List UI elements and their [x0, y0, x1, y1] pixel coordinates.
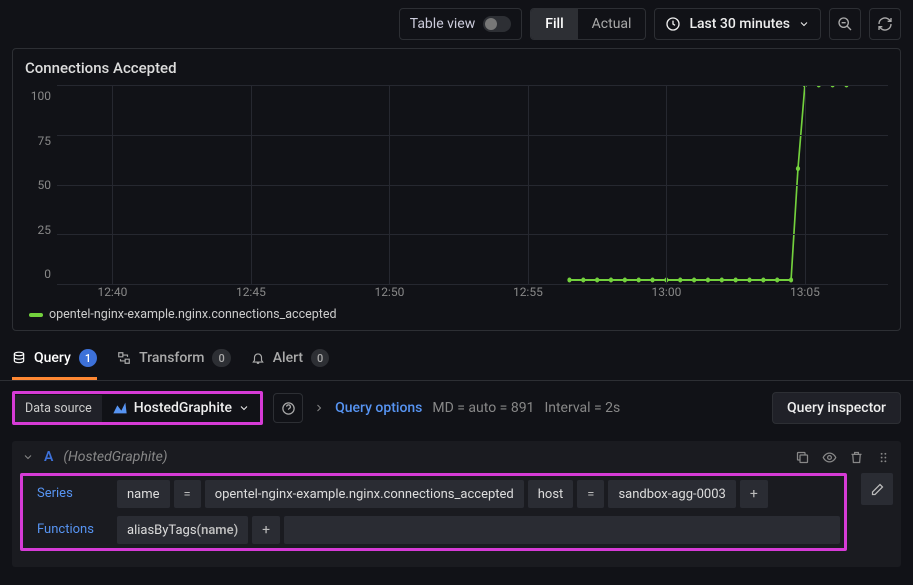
query-inspector-button[interactable]: Query inspector [772, 392, 901, 424]
zoom-out-button[interactable] [829, 8, 861, 40]
panel-title: Connections Accepted [25, 59, 888, 77]
graphite-icon [112, 400, 128, 416]
toggle-text-edit-button[interactable] [861, 473, 893, 505]
panel-toolbar: Table view Fill Actual Last 30 minutes [0, 0, 913, 48]
add-tag-button[interactable]: + [740, 480, 768, 508]
fill-actual-segment: Fill Actual [530, 8, 646, 40]
tag-name-key[interactable]: name [117, 480, 170, 508]
tab-query-count: 1 [79, 349, 97, 367]
zoom-out-icon [837, 16, 853, 32]
series-row: Series name = opentel-nginx-example.ngin… [23, 476, 844, 512]
tag-host-key[interactable]: host [528, 480, 574, 508]
table-view-toggle[interactable]: Table view [399, 8, 523, 40]
drag-handle-icon[interactable] [876, 450, 891, 465]
chevron-down-icon[interactable] [22, 451, 34, 463]
tab-alert-count: 0 [311, 349, 329, 367]
bell-icon [251, 351, 265, 365]
refresh-button[interactable] [869, 8, 901, 40]
y-axis: 1007550250 [25, 85, 57, 285]
question-icon [281, 401, 296, 416]
chart-legend[interactable]: opentel-nginx-example.nginx.connections_… [29, 307, 888, 322]
tab-alert-label: Alert [273, 350, 303, 366]
tab-alert[interactable]: Alert 0 [251, 339, 330, 380]
tag-host-value[interactable]: sandbox-agg-0003 [608, 480, 735, 508]
add-function-button[interactable]: + [252, 516, 280, 544]
datasource-picker-highlight: Data source HostedGraphite [12, 391, 263, 425]
tab-transform[interactable]: Transform 0 [117, 339, 231, 380]
function-name: aliasByTags [127, 523, 197, 538]
x-axis: 12:4012:4512:5012:5513:0013:05 [57, 285, 888, 301]
query-options[interactable]: Query options MD = auto = 891 Interval =… [313, 400, 620, 416]
tab-transform-count: 0 [212, 349, 230, 367]
query-header: A (HostedGraphite) [12, 441, 901, 473]
legend-swatch [29, 313, 43, 317]
query-actions [795, 450, 891, 465]
refresh-icon [877, 16, 893, 32]
editor-tabs: Query 1 Transform 0 Alert 0 [0, 339, 913, 381]
time-range-text: Last 30 minutes [689, 16, 790, 32]
actual-option[interactable]: Actual [578, 9, 646, 39]
functions-row-label: Functions [27, 516, 113, 544]
clock-icon [665, 16, 681, 32]
pencil-icon [870, 482, 885, 497]
query-body-highlight: Series name = opentel-nginx-example.ngin… [20, 473, 847, 551]
query-ref-id[interactable]: A [44, 449, 53, 465]
tab-query-label: Query [34, 350, 71, 366]
row-spacer [284, 516, 840, 544]
database-icon [12, 351, 26, 365]
datasource-value: HostedGraphite [134, 400, 232, 416]
datasource-help[interactable] [273, 393, 303, 423]
chevron-down-icon [798, 18, 810, 30]
functions-row: Functions aliasByTags(name) + [23, 512, 844, 548]
chevron-down-icon [238, 402, 250, 414]
tab-query[interactable]: Query 1 [12, 339, 97, 380]
query-options-md: MD = auto = 891 [432, 400, 534, 416]
fill-option[interactable]: Fill [531, 9, 577, 39]
datasource-label: Data source [15, 395, 102, 422]
legend-label: opentel-nginx-example.nginx.connections_… [49, 307, 337, 322]
tab-transform-label: Transform [139, 350, 204, 366]
tag-name-op[interactable]: = [174, 480, 201, 508]
eye-icon[interactable] [822, 450, 837, 465]
plot-area[interactable] [57, 85, 888, 285]
copy-icon[interactable] [795, 450, 810, 465]
query-source: (HostedGraphite) [63, 449, 167, 465]
query-editor: A (HostedGraphite) Series name = opentel… [12, 441, 901, 567]
transform-icon [117, 351, 131, 365]
chevron-right-icon [313, 402, 325, 414]
tag-host-op[interactable]: = [577, 480, 604, 508]
query-options-interval: Interval = 2s [544, 400, 620, 416]
chart-area: 1007550250 [25, 85, 888, 285]
query-options-label: Query options [335, 400, 422, 416]
function-segment[interactable]: aliasByTags(name) [117, 516, 248, 544]
datasource-row: Data source HostedGraphite Query options… [0, 381, 913, 435]
time-range-picker[interactable]: Last 30 minutes [654, 8, 821, 40]
chart-panel: Connections Accepted 1007550250 12:4012:… [12, 48, 901, 331]
toggle-switch[interactable] [483, 16, 511, 32]
function-args: (name) [197, 523, 239, 538]
series-row-label: Series [27, 480, 113, 508]
tag-name-value[interactable]: opentel-nginx-example.nginx.connections_… [205, 480, 524, 508]
trash-icon[interactable] [849, 450, 864, 465]
datasource-select[interactable]: HostedGraphite [102, 394, 260, 422]
table-view-label: Table view [410, 16, 476, 32]
